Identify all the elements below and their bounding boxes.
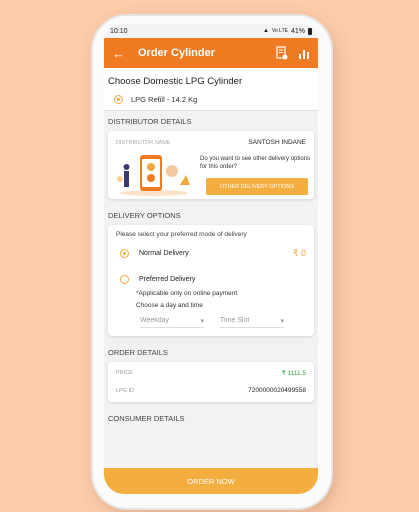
choose-day-time: Choose a day and time [136, 302, 203, 309]
day-time-selects: Weekday ▾ Time Slot ▾ [140, 317, 306, 328]
chevron-down-icon: ▾ [200, 318, 204, 325]
lpg-option-label: LPG Refill - 14.2 Kg [131, 95, 198, 104]
battery-icon [308, 27, 312, 35]
normal-delivery-label: Normal Delivery [139, 250, 189, 257]
consumer-header: CONSUMER DETAILS [104, 408, 318, 428]
timeslot-value: Time Slot [220, 317, 250, 324]
weekday-value: Weekday [140, 317, 170, 324]
distributor-header: DISTRIBUTOR DETAILS [104, 110, 318, 131]
status-time: 10:10 [110, 27, 128, 35]
page-content: Choose Domestic LPG Cylinder LPG Refill … [104, 68, 318, 428]
status-bar: 10:10 ▲ Vo LTE 41% [104, 24, 318, 38]
page-title: Order Cylinder [138, 47, 216, 59]
distributor-card: DISTRIBUTOR NAME SANTOSH INDANE Do you w… [108, 131, 314, 199]
consumer-section: CONSUMER DETAILS [104, 408, 318, 428]
delivery-illustration [117, 155, 190, 196]
delivery-header: DELIVERY OPTIONS [104, 205, 318, 225]
order-details-header: ORDER DETAILS [104, 342, 318, 362]
lpg-option[interactable]: LPG Refill - 14.2 Kg [114, 95, 314, 104]
back-arrow-icon[interactable]: ← [112, 46, 132, 61]
signal-icon: ▲ [263, 28, 269, 34]
order-details-card: PRICE ₹ 1111.5 LPG ID 7200000020499558 [108, 362, 314, 402]
normal-delivery-option[interactable]: Normal Delivery ₹ 0 [116, 248, 306, 259]
price-label: PRICE [116, 370, 133, 376]
distributor-section: DISTRIBUTOR DETAILS DISTRIBUTOR NAME SAN… [104, 110, 318, 205]
price-value: ₹ 1111.5 [281, 370, 306, 377]
lpg-selection: Choose Domestic LPG Cylinder LPG Refill … [104, 68, 318, 110]
distributor-question: Do you want to see other delivery option… [200, 156, 311, 170]
delivery-card: Please select your preferred mode of del… [108, 225, 314, 336]
timeslot-select[interactable]: Time Slot ▾ [220, 317, 284, 328]
delivery-hint: Please select your preferred mode of del… [116, 231, 247, 238]
preferred-note: *Applicable only on online payment [136, 290, 238, 297]
app-bar: ← Order Cylinder [104, 38, 318, 68]
preferred-delivery-radio[interactable] [120, 275, 129, 284]
lpg-title: Choose Domestic LPG Cylinder [108, 76, 243, 87]
distributor-name: SANTOSH INDANE [248, 139, 306, 146]
distributor-label: DISTRIBUTOR NAME [116, 140, 171, 146]
order-details-section: ORDER DETAILS PRICE ₹ 1111.5 LPG ID 7200… [104, 342, 318, 408]
receipt-icon[interactable] [276, 46, 288, 60]
bar-chart-icon[interactable] [298, 46, 310, 60]
normal-delivery-price: ₹ 0 [292, 248, 306, 258]
other-delivery-options-button[interactable]: OTHER DELIVERY OPTIONS [206, 178, 308, 195]
preferred-delivery-label: Preferred Delivery [139, 276, 196, 283]
chevron-down-icon: ▾ [280, 318, 284, 325]
lpg-id-value: 7200000020499558 [248, 387, 306, 394]
order-now-button[interactable]: ORDER NOW [104, 468, 318, 494]
preferred-delivery-option[interactable]: Preferred Delivery [116, 275, 306, 284]
app-screen: 10:10 ▲ Vo LTE 41% ← Order Cylinder Choo… [104, 24, 318, 494]
signal-text: Vo LTE [271, 28, 288, 34]
battery-text: 41% [290, 27, 305, 35]
weekday-select[interactable]: Weekday ▾ [140, 317, 204, 328]
lpg-id-label: LPG ID [116, 388, 135, 394]
lpg-radio[interactable] [114, 95, 123, 104]
delivery-section: DELIVERY OPTIONS Please select your pref… [104, 205, 318, 342]
normal-delivery-radio[interactable] [120, 249, 129, 258]
